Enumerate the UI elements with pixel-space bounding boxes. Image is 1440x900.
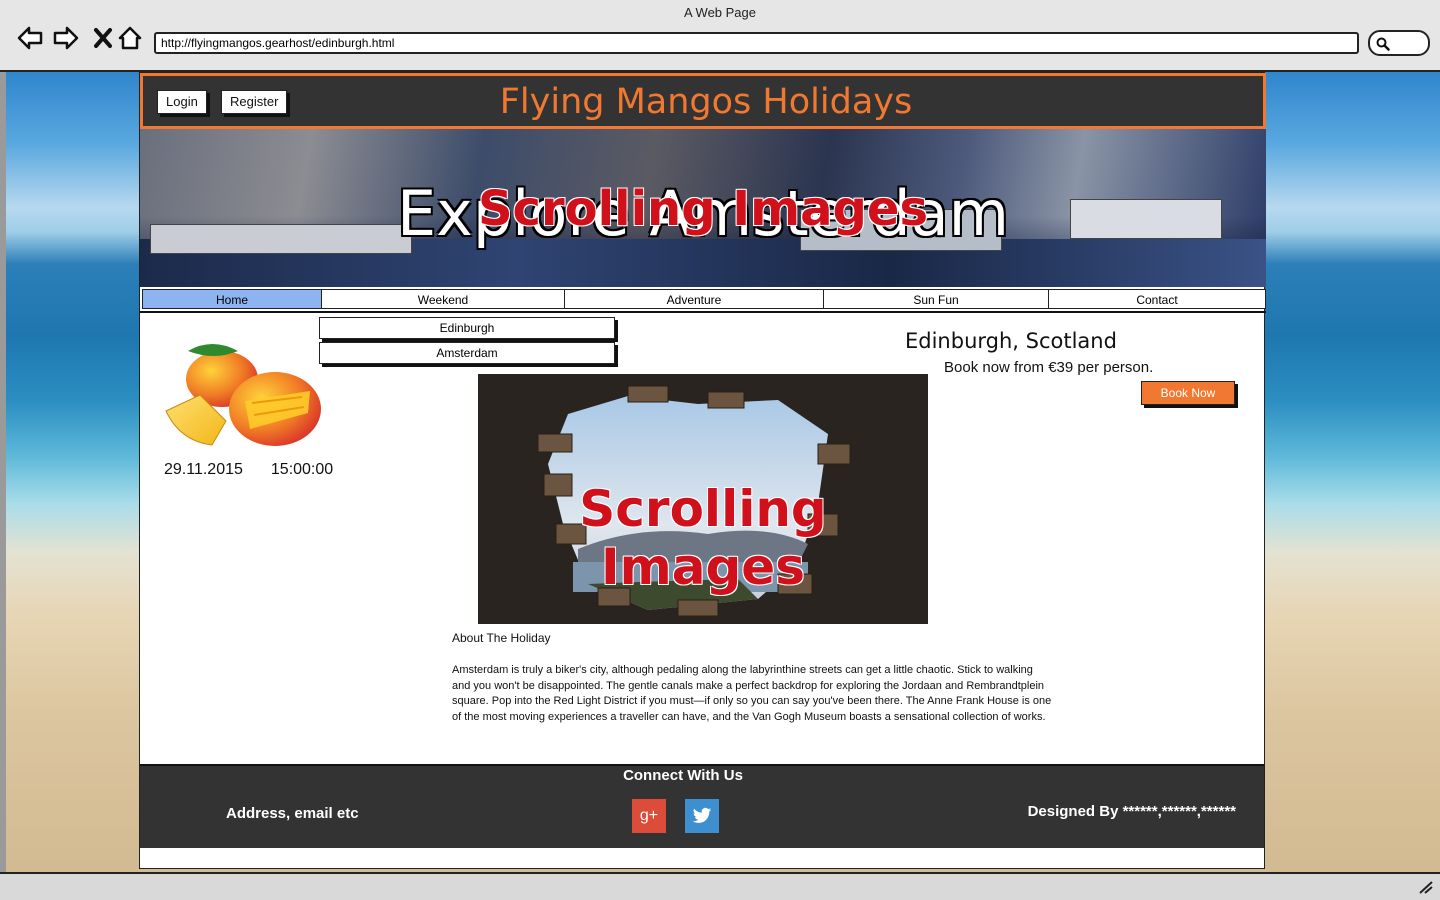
nav-adventure[interactable]: Adventure <box>564 289 824 309</box>
search-field[interactable] <box>1368 30 1430 56</box>
window-title: A Web Page <box>683 5 757 20</box>
date-time: 29.11.2015 15:00:00 <box>164 461 361 479</box>
main-nav: Home Weekend Adventure Sun Fun Contact <box>140 289 1266 313</box>
close-icon[interactable] <box>90 24 118 52</box>
nav-contact[interactable]: Contact <box>1048 289 1266 309</box>
nav-sun-fun[interactable]: Sun Fun <box>823 289 1049 309</box>
nav-home[interactable]: Home <box>142 289 322 309</box>
current-date: 29.11.2015 <box>164 461 243 478</box>
browser-status-bar <box>0 872 1440 900</box>
scrolling-images-label: Scrolling Images <box>477 181 929 237</box>
nav-weekend[interactable]: Weekend <box>321 289 565 309</box>
dropdown-amsterdam[interactable]: Amsterdam <box>319 342 615 364</box>
resize-grip-icon[interactable] <box>1418 880 1434 894</box>
scrolling-images-label: Scrolling Images <box>579 480 827 596</box>
current-time: 15:00:00 <box>270 461 334 478</box>
about-heading: About The Holiday <box>452 631 551 645</box>
google-plus-icon[interactable]: g+ <box>632 799 666 833</box>
dropdown-edinburgh[interactable]: Edinburgh <box>319 317 615 339</box>
search-icon <box>1376 37 1390 51</box>
destination-price: Book now from €39 per person. <box>944 359 1154 376</box>
web-page: Login Register Flying Mangos Holidays Ex… <box>139 72 1266 869</box>
url-bar[interactable]: http://flyingmangos.gearhost/edinburgh.h… <box>154 32 1359 54</box>
twitter-icon[interactable] <box>685 799 719 833</box>
home-icon[interactable] <box>117 24 145 52</box>
book-now-button[interactable]: Book Now <box>1141 381 1235 405</box>
destination-image: Scrolling Images <box>478 374 928 624</box>
banner-image: Explore Amsterdam Scrolling Images <box>140 129 1266 287</box>
twitter-bird-icon <box>692 807 712 823</box>
footer-title: Connect With Us <box>623 767 743 784</box>
back-arrow-icon[interactable] <box>16 24 44 52</box>
site-footer: Connect With Us Address, email etc g+ De… <box>140 764 1264 848</box>
browser-toolbar: A Web Page http://flyingmangos.gearhost/… <box>0 0 1440 72</box>
footer-credits: Designed By ******,******,****** <box>1027 803 1236 820</box>
forward-arrow-icon[interactable] <box>52 24 80 52</box>
destination-title: Edinburgh, Scotland <box>905 329 1117 353</box>
site-header: Login Register Flying Mangos Holidays <box>140 73 1266 129</box>
about-text: Amsterdam is truly a biker's city, altho… <box>452 664 1052 723</box>
footer-contact: Address, email etc <box>226 805 359 822</box>
left-edge <box>0 72 6 872</box>
mango-logo <box>165 344 321 446</box>
site-title: Flying Mangos Holidays <box>499 82 913 122</box>
